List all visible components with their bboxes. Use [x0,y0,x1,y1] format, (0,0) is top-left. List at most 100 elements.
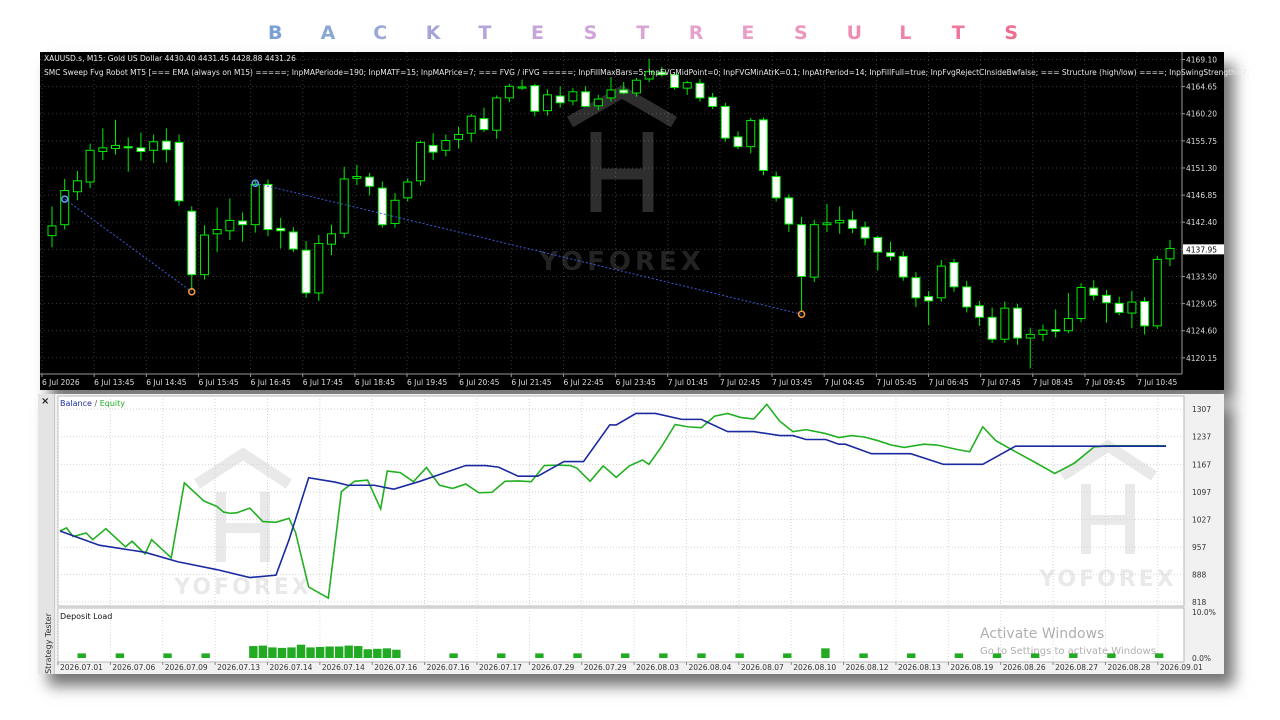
date-axis-label: 2026.07.16 [374,663,417,672]
candle-body [47,225,57,237]
candle-body [212,229,222,235]
candle-body [631,79,641,94]
deposit-load-bar [783,653,792,658]
time-axis-label: 6 Jul 13:45 [94,378,134,387]
time-axis-label: 6 Jul 22:45 [563,378,603,387]
deposit-load-bar [659,653,668,658]
price-axis-label: 4160.20 [1186,110,1217,119]
candle-body [530,85,540,112]
candle-body [886,252,895,257]
date-axis-label: 2026.08.10 [793,663,836,672]
candle-body [593,98,603,107]
candle-body [784,197,794,225]
candle-body [1063,318,1073,332]
candle-body [149,141,159,151]
deposit-load-bar [163,653,172,658]
candle-body [288,231,298,250]
title-letter: A [320,22,336,44]
balance-axis-label: 1097 [1192,488,1211,497]
balance-axis-label: 1307 [1192,405,1211,414]
date-axis-label: 2026.07.14 [269,663,312,672]
date-axis-label: 2026.08.26 [1003,663,1046,672]
deposit-load-bar [382,648,392,658]
price-axis-label: 4155.75 [1186,137,1217,146]
candle-body [1089,287,1099,296]
candle-body [758,119,768,171]
balance-axis-label: 818 [1192,598,1207,607]
candle-body [809,224,819,278]
title-letter: R [688,22,704,44]
date-axis-label: 2026.08.28 [1107,663,1150,672]
candle-body [911,277,921,299]
candle-body [1013,307,1023,339]
candle-body [377,187,387,226]
backtest-results-title: BACKTESTRESULTS [0,18,1280,52]
title-letter: S [583,22,598,44]
title-letter: K [425,22,441,44]
deposit-axis-label: 10.0% [1192,608,1216,617]
price-axis-label: 4133.50 [1186,272,1217,281]
candle-body [85,149,95,183]
price-chart-svg[interactable]: YOFOREX 4169.10 4164.65 4160.20 4155.75 4151.… [40,52,1224,390]
date-axis-label: 2026.07.29 [531,663,574,672]
deposit-load-bar [77,653,86,658]
deposit-load-bar [573,653,582,658]
date-axis-label: 2026.09.01 [1160,663,1203,672]
candle-body [1101,294,1111,304]
yoforex-watermark-text: YOFOREX [173,575,312,600]
time-axis-label: 6 Jul 15:45 [198,378,238,387]
date-axis-label: 2026.08.03 [636,663,679,672]
candle-body [187,210,197,276]
price-axis-label: 4129.05 [1186,300,1217,309]
candle-body [250,183,260,226]
time-axis-label: 7 Jul 06:45 [928,378,968,387]
time-axis-label: 7 Jul 05:45 [876,378,916,387]
time-axis-label: 7 Jul 02:45 [720,378,760,387]
time-axis-label: 6 Jul 17:45 [303,378,343,387]
date-axis-label: 2026.07.14 [322,663,365,672]
candle-body [797,224,807,277]
deposit-load-bar [344,645,353,658]
balance-axis-label: 1237 [1192,433,1211,442]
candle-body [263,183,273,231]
time-axis-label: 7 Jul 10:45 [1137,378,1177,387]
time-axis-label: 6 Jul 19:45 [407,378,447,387]
candle-body [962,286,972,308]
candle-body [936,265,946,299]
current-price-label: 4137.95 [1186,245,1217,254]
date-axis-label: 2026.08.13 [898,663,941,672]
candle-body [72,180,82,193]
deposit-load-bar [735,653,744,658]
candle-body [365,176,375,187]
date-axis-label: 2026.08.04 [688,663,731,672]
deposit-load-bar [306,647,315,658]
candle-body [822,222,832,226]
deposit-load-bar [621,653,630,658]
candle-body [860,226,870,239]
candle-body [327,233,336,245]
candle-body [898,255,908,278]
title-letter: L [899,22,912,44]
candle-body [301,249,311,294]
date-axis-label: 2026.07.01 [60,663,103,672]
chart-params-line: SMC Sweep Fvg Robot MT5 [=== EMA (always… [44,68,1250,77]
price-axis-label: 4169.10 [1186,55,1217,64]
price-chart-panel[interactable]: YOFOREX 4169.10 4164.65 4160.20 4155.75 4151.… [40,52,1249,390]
candle-body [454,133,464,140]
candle-body [441,140,451,151]
time-axis-label: 7 Jul 08:45 [1033,378,1073,387]
candle-body [949,261,959,288]
title-letter: S [1004,22,1019,44]
title-letter: U [846,22,863,44]
deposit-load-bar [296,644,306,658]
time-axis-label: 6 Jul 16:45 [251,378,291,387]
date-axis-label: 2026.07.06 [112,663,155,672]
candle-body [1127,301,1137,314]
time-axis-label: 6 Jul 2026 [42,378,80,387]
title-letter: C [373,22,388,44]
legend-balance: Balance [60,399,92,408]
date-axis-label: 2026.08.12 [846,663,889,672]
candle-body [542,94,552,112]
deposit-load-bar [315,646,325,658]
deposit-load-bar [354,646,363,658]
